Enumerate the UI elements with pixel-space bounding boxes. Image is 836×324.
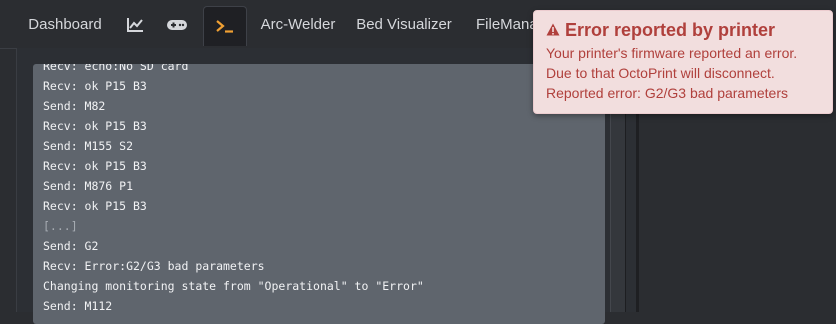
terminal-line: Recv: Error:G2/G3 bad parameters — [43, 259, 265, 273]
terminal-icon — [214, 17, 236, 34]
terminal-line: Send: G2 — [43, 239, 99, 253]
notification-line: Reported error: G2/G3 bad parameters — [546, 85, 789, 101]
terminal-line-ellipsis: [...] — [43, 219, 78, 233]
terminal-line: Recv: ok P15 B3 — [43, 199, 147, 213]
terminal-line: Send: M112 — [43, 299, 113, 313]
warning-icon — [546, 19, 560, 41]
terminal-line: Changing monitoring state from "Operatio… — [43, 279, 424, 293]
terminal-line: Send: M876 P1 — [43, 179, 134, 193]
tab-bed-visualizer[interactable]: Bed Visualizer — [348, 6, 460, 46]
line-chart-icon — [126, 16, 144, 33]
tab-bed-visualizer-label: Bed Visualizer — [356, 16, 452, 33]
terminal-line: Recv: ok P15 B3 — [43, 79, 147, 93]
terminal-line: Recv: ok P15 B3 — [43, 119, 147, 133]
tab-temperature[interactable] — [116, 6, 154, 46]
terminal-line: Recv: ok P15 B3 — [43, 159, 147, 173]
notification-title-row: Error reported by printer — [546, 19, 820, 41]
tab-dashboard[interactable]: Dashboard — [16, 6, 114, 46]
gamepad-icon — [166, 16, 188, 33]
terminal-output[interactable]: Recv: echo:No SD card Recv: ok P15 B3 Se… — [33, 64, 605, 324]
notification-line: Your printer's firmware reported an erro… — [546, 45, 798, 61]
terminal-lines: Recv: echo:No SD card Recv: ok P15 B3 Se… — [43, 64, 424, 316]
tab-control[interactable] — [156, 6, 198, 46]
tab-arc-welder[interactable]: Arc-Welder — [252, 6, 344, 46]
notification-line: Due to that OctoPrint will disconnect. — [546, 65, 775, 81]
tab-terminal[interactable] — [203, 6, 247, 46]
tab-dashboard-label: Dashboard — [28, 16, 102, 33]
terminal-line: Recv: echo:No SD card — [43, 64, 189, 73]
tab-arc-welder-label: Arc-Welder — [260, 16, 336, 33]
terminal-line: Send: M155 S2 — [43, 139, 134, 153]
notification-body: Your printer's firmware reported an erro… — [546, 43, 820, 103]
notification-title: Error reported by printer — [565, 20, 776, 40]
error-notification[interactable]: Error reported by printer Your printer's… — [533, 10, 833, 114]
terminal-line: Send: M82 — [43, 99, 106, 113]
